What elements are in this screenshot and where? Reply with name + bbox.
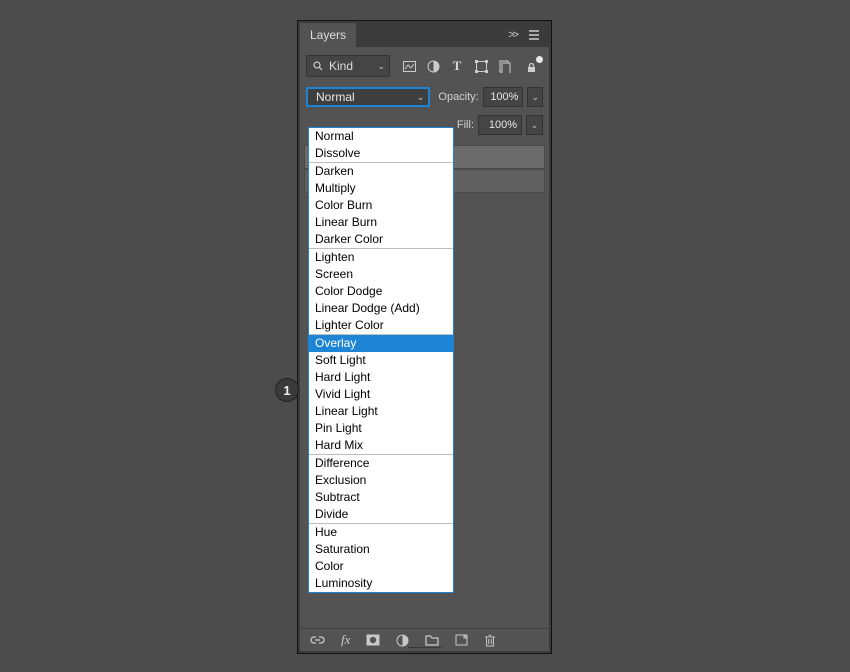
layer-filter-row: Kind ⌄ T (300, 47, 549, 87)
link-layers-icon[interactable] (310, 635, 325, 645)
blend-mode-option[interactable]: Color Burn (309, 197, 453, 214)
filter-kind-dropdown[interactable]: Kind ⌄ (306, 55, 390, 77)
blend-mode-dropdown[interactable]: Normal ⌄ (306, 87, 430, 107)
adjustment-layer-icon[interactable] (396, 634, 409, 647)
layer-style-icon[interactable]: fx (341, 632, 350, 648)
blend-mode-option[interactable]: Multiply (309, 180, 453, 197)
filter-pixel-icon[interactable] (402, 59, 416, 73)
tab-layers[interactable]: Layers (300, 23, 356, 47)
layer-mask-icon[interactable] (366, 634, 380, 646)
search-icon (313, 61, 323, 71)
chevron-down-icon: ⌄ (377, 61, 385, 72)
filter-smartobject-icon[interactable] (498, 59, 512, 73)
opacity-stepper[interactable]: ⌄ (527, 87, 543, 107)
blend-mode-selected: Normal (316, 90, 355, 104)
collapse-icon[interactable]: >> (508, 29, 517, 41)
fill-stepper[interactable]: ⌄ (526, 115, 543, 135)
blend-mode-option[interactable]: Darken (309, 163, 453, 180)
blend-mode-option[interactable]: Hue (309, 524, 453, 541)
blend-mode-option[interactable]: Lighten (309, 249, 453, 266)
annotation-callout-1: 1 (275, 378, 299, 402)
opacity-value-input[interactable]: 100% (483, 87, 524, 107)
blend-mode-option[interactable]: Screen (309, 266, 453, 283)
blend-opacity-row: Normal ⌄ Opacity: 100% ⌄ (300, 87, 549, 115)
chevron-down-icon: ⌄ (417, 92, 425, 103)
blend-mode-option[interactable]: Linear Burn (309, 214, 453, 231)
filter-shape-icon[interactable] (474, 59, 488, 73)
panel-tab-bar: Layers >> (300, 23, 549, 47)
group-layers-icon[interactable] (425, 635, 439, 646)
resize-gripper-icon[interactable] (300, 647, 549, 652)
blend-mode-option[interactable]: Color Dodge (309, 283, 453, 300)
tab-bar-spacer (356, 23, 500, 47)
blend-mode-option[interactable]: Divide (309, 506, 453, 523)
panel-menu-icon[interactable] (527, 29, 541, 41)
blend-mode-option[interactable]: Difference (309, 455, 453, 472)
new-layer-icon[interactable] (455, 634, 468, 646)
blend-mode-option[interactable]: Hard Light (309, 369, 453, 386)
filter-kind-label: Kind (329, 59, 353, 73)
opacity-label: Opacity: (438, 91, 478, 103)
blend-mode-option[interactable]: Linear Dodge (Add) (309, 300, 453, 317)
layers-panel: Layers >> Kind ⌄ (300, 23, 549, 651)
blend-mode-option[interactable]: Hard Mix (309, 437, 453, 454)
blend-mode-option[interactable]: Pin Light (309, 420, 453, 437)
blend-mode-option[interactable]: Saturation (309, 541, 453, 558)
blend-mode-option[interactable]: Soft Light (309, 352, 453, 369)
layers-panel-frame: Layers >> Kind ⌄ (297, 20, 552, 654)
blend-mode-option[interactable]: Luminosity (309, 575, 453, 592)
blend-mode-option[interactable]: Darker Color (309, 231, 453, 248)
blend-mode-option[interactable]: Color (309, 558, 453, 575)
filter-type-icon[interactable]: T (450, 59, 464, 73)
delete-layer-icon[interactable] (484, 634, 496, 647)
blend-mode-option[interactable]: Overlay (309, 335, 453, 352)
filter-adjustment-icon[interactable] (426, 59, 440, 73)
blend-mode-option[interactable]: Lighter Color (309, 317, 453, 334)
filter-toggle-switch[interactable] (527, 59, 541, 73)
blend-mode-option[interactable]: Linear Light (309, 403, 453, 420)
tab-label: Layers (310, 28, 346, 42)
blend-mode-option[interactable]: Dissolve (309, 145, 453, 162)
blend-mode-menu: NormalDissolveDarkenMultiplyColor BurnLi… (308, 127, 454, 593)
fill-label: Fill: (457, 119, 474, 131)
blend-mode-option[interactable]: Vivid Light (309, 386, 453, 403)
blend-mode-option[interactable]: Exclusion (309, 472, 453, 489)
blend-mode-option[interactable]: Normal (309, 128, 453, 145)
blend-mode-option[interactable]: Subtract (309, 489, 453, 506)
fill-value-input[interactable]: 100% (478, 115, 522, 135)
